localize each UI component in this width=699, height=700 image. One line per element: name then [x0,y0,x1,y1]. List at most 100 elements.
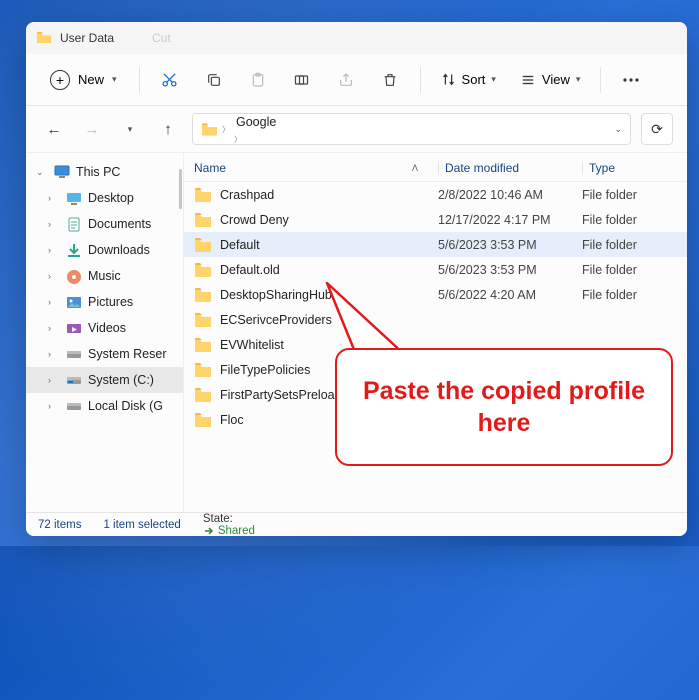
tree-label: Documents [88,217,151,231]
file-name: Crashpad [220,188,274,202]
sidebar[interactable]: ⌄ This PC › Desktop › Documents › Downloads › M… [26,153,184,512]
up-button[interactable]: ↑ [154,115,182,143]
chevron-right-icon[interactable]: › [48,271,60,281]
tree-label: Videos [88,321,126,335]
folder-icon [36,31,52,45]
sort-button[interactable]: Sort ▾ [433,66,504,93]
folder-icon [194,387,212,402]
chevron-right-icon[interactable]: › [48,375,60,385]
sidebar-item-music[interactable]: › Music [26,263,183,289]
chevron-down-icon[interactable]: ⌄ [36,167,48,178]
file-type: File folder [582,263,677,277]
shared-indicator: Shared [203,525,255,537]
chevron-right-icon[interactable]: › [48,193,60,203]
new-button[interactable]: + New ▾ [40,64,127,96]
chevron-down-icon: ▾ [491,74,496,85]
file-row[interactable]: Crowd Deny12/17/2022 4:17 PMFile folder [184,207,687,232]
file-type: File folder [582,188,677,202]
new-label: New [78,72,104,87]
paste-button[interactable] [240,64,276,96]
view-icon [520,73,536,87]
folder-icon [194,337,212,352]
tree-label: Music [88,269,121,283]
file-row[interactable]: DesktopSharingHub5/6/2022 4:20 AMFile fo… [184,282,687,307]
file-name: Default [220,238,260,252]
chevron-right-icon[interactable]: › [48,297,60,307]
tree-label: System (C:) [88,373,154,387]
tree-label: Local Disk (G [88,399,163,413]
chevron-right-icon[interactable]: 〉 [234,135,242,144]
sidebar-item-desktop[interactable]: › Desktop [26,185,183,211]
share-button[interactable] [328,64,364,96]
file-name: EVWhitelist [220,338,284,352]
folder-icon [194,187,212,202]
folder-icon [201,122,218,136]
breadcrumb-google[interactable]: Google [234,113,294,131]
delete-button[interactable] [372,64,408,96]
scrollbar[interactable] [179,169,182,209]
rename-button[interactable] [284,64,320,96]
chevron-right-icon[interactable]: › [48,323,60,333]
sidebar-item-videos[interactable]: › Videos [26,315,183,341]
back-button[interactable]: ← [40,115,68,143]
column-headers: Nameᐱ Date modified Type [184,153,687,182]
recent-button[interactable]: ▾ [116,115,144,143]
forward-button[interactable]: → [78,115,106,143]
tree-label: System Reser [88,347,167,361]
sidebar-item-downloads[interactable]: › Downloads [26,237,183,263]
sidebar-root-label: This PC [76,165,120,179]
tree-label: Desktop [88,191,134,205]
nav-row: ← → ▾ ↑ 〉 AppData〉Local〉Google〉Chrome〉Us… [26,106,687,152]
windrive-icon [66,372,82,388]
music-icon [66,268,82,284]
file-name: FileTypePolicies [220,363,310,377]
pc-icon [54,164,70,180]
chevron-right-icon[interactable]: › [48,401,60,411]
chevron-right-icon[interactable]: › [48,349,60,359]
column-name[interactable]: Nameᐱ [194,161,438,175]
column-date[interactable]: Date modified [438,161,582,175]
file-row[interactable]: ECSerivceProviders [184,307,687,332]
column-type[interactable]: Type [582,161,677,175]
copy-button[interactable] [196,64,232,96]
file-name: DesktopSharingHub [220,288,332,302]
file-date: 2/8/2022 10:46 AM [438,188,582,202]
chevron-right-icon[interactable]: 〉 [222,124,230,135]
chevron-down-icon: ▾ [576,74,581,85]
file-row[interactable]: Crashpad 2/8/2022 10:46 AMFile folder [184,182,687,207]
sidebar-item-system-reser[interactable]: › System Reser [26,341,183,367]
refresh-button[interactable]: ⟳ [641,113,673,145]
file-date: 5/6/2023 3:53 PM [438,238,582,252]
drive-icon [66,346,82,362]
annotation-callout: Paste the copied profile here [335,348,673,466]
sidebar-item-pictures[interactable]: › Pictures [26,289,183,315]
cut-button[interactable] [152,64,188,96]
address-bar[interactable]: 〉 AppData〉Local〉Google〉Chrome〉User Data〉… [192,113,631,145]
chevron-down-icon[interactable]: ⌄ [614,124,622,135]
chevron-right-icon[interactable]: › [48,219,60,229]
sort-indicator-icon: ᐱ [412,163,418,174]
item-count: 72 items [38,519,81,531]
sidebar-root-thispc[interactable]: ⌄ This PC [26,159,183,185]
more-button[interactable] [613,64,649,96]
ghost-command: Cut [152,31,171,45]
pictures-icon [66,294,82,310]
file-row[interactable]: Default5/6/2023 3:53 PMFile folder [184,232,687,257]
window-title: User Data [60,31,114,45]
sort-icon [441,72,456,87]
folder-icon [194,262,212,277]
file-name: ECSerivceProviders [220,313,332,327]
folder-icon [194,362,212,377]
tree-label: Downloads [88,243,150,257]
view-button[interactable]: View ▾ [512,66,588,93]
sidebar-item-system-c-[interactable]: › System (C:) [26,367,183,393]
sidebar-item-documents[interactable]: › Documents [26,211,183,237]
callout-text: Paste the copied profile here [351,375,657,440]
file-row[interactable]: Default.old5/6/2023 3:53 PMFile folder [184,257,687,282]
folder-icon [194,287,212,302]
tree-label: Pictures [88,295,133,309]
titlebar: User Data Cut [26,22,687,54]
chevron-right-icon[interactable]: › [48,245,60,255]
sidebar-item-local-disk-g[interactable]: › Local Disk (G [26,393,183,419]
drive-icon [66,398,82,414]
